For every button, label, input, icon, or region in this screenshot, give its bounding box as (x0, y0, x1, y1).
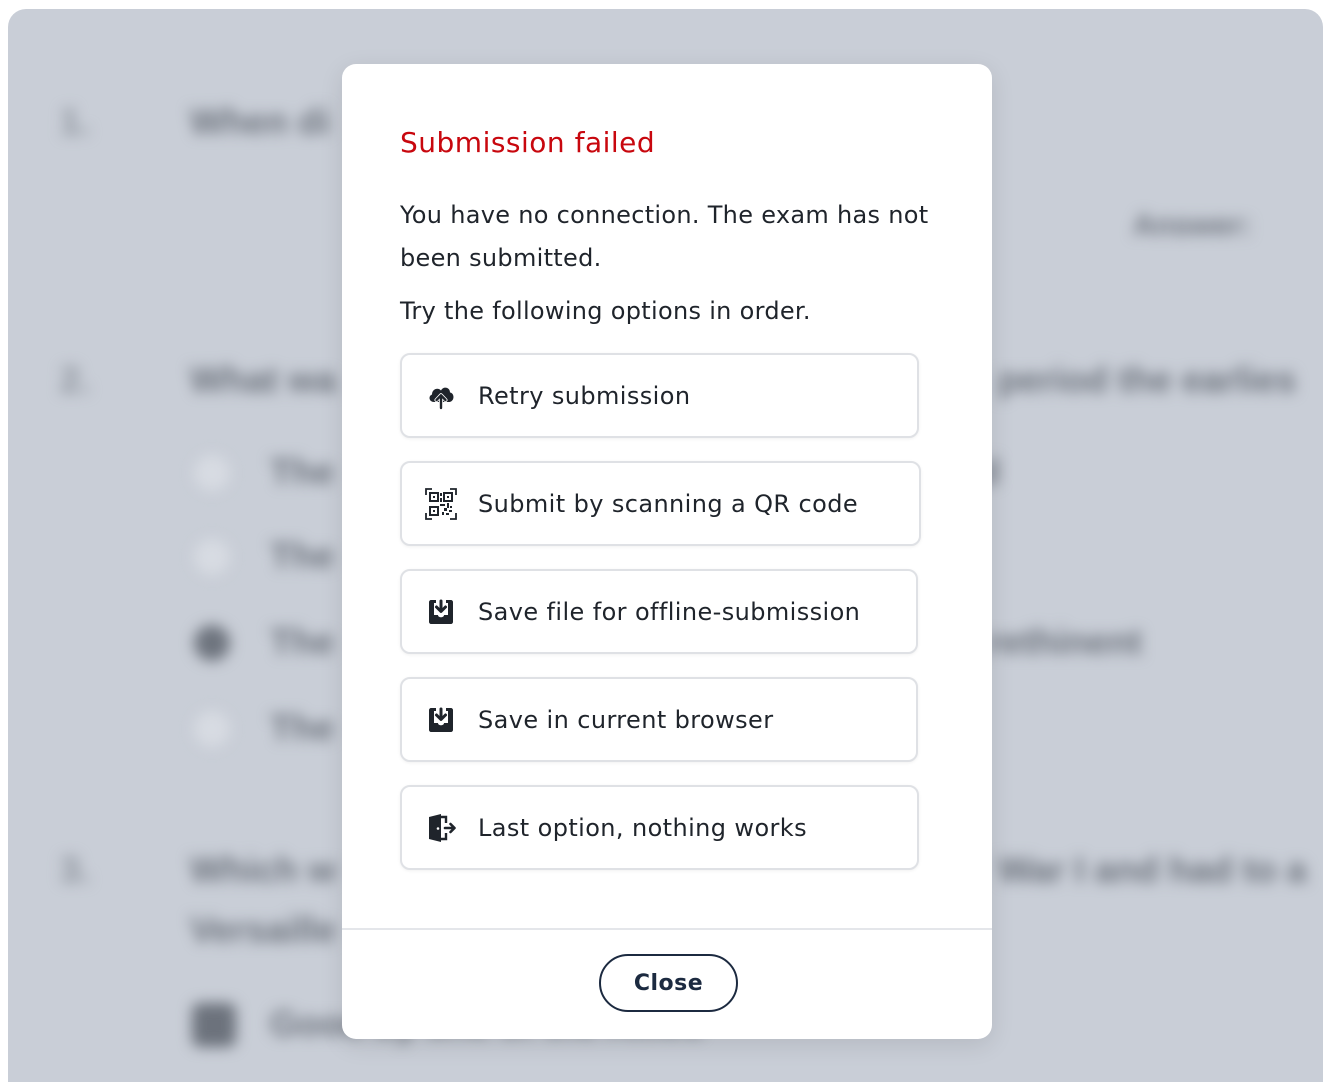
save-file-offline-label: Save file for offline-submission (478, 597, 861, 626)
question-1-text: When di (190, 101, 330, 142)
cloud-upload-icon (424, 379, 458, 413)
retry-submission-button[interactable]: Retry submission (400, 353, 919, 438)
option-radio (194, 539, 230, 575)
dialog-footer-divider (342, 928, 992, 930)
dialog-title: Submission failed (400, 126, 656, 159)
option-radio-selected (194, 625, 230, 661)
dialog-message: You have no connection. The exam has not… (400, 201, 929, 272)
submission-failed-dialog: Submission failed You have no connection… (342, 64, 992, 1039)
question-2-number: 2. (60, 359, 91, 400)
option-text: The (270, 535, 335, 576)
answer-label: Answer: (1133, 209, 1252, 242)
question-3-text-line2: Versaille (190, 909, 337, 950)
download-box-icon (424, 595, 458, 629)
retry-submission-label: Retry submission (478, 381, 691, 410)
question-3-text: Which w (190, 849, 336, 890)
option-radio (194, 455, 230, 491)
qr-code-icon (424, 487, 458, 521)
download-box-icon (424, 703, 458, 737)
last-option-label: Last option, nothing works (478, 813, 808, 842)
save-in-browser-button[interactable]: Save in current browser (400, 677, 918, 762)
option-text: The (270, 451, 335, 492)
question-3-number: 3. (60, 849, 91, 890)
question-3-text-right: War I and had to a (998, 849, 1307, 890)
checkbox-checked (192, 1003, 236, 1047)
question-1-number: 1. (60, 101, 91, 142)
scan-qr-code-button[interactable]: Submit by scanning a QR code (400, 461, 921, 546)
dialog-hint: Try the following options in order. (400, 297, 811, 325)
question-2-text: What wa (190, 359, 337, 400)
last-option-button[interactable]: Last option, nothing works (400, 785, 919, 870)
scan-qr-code-label: Submit by scanning a QR code (478, 489, 859, 518)
question-2-text-right: period the earlies (998, 359, 1297, 400)
option-radio (194, 711, 230, 747)
close-button[interactable]: Close (599, 954, 738, 1012)
save-in-browser-label: Save in current browser (478, 705, 774, 734)
option-text: The (270, 621, 335, 662)
option-text: The (270, 707, 335, 748)
option-text-right: rethinent (988, 621, 1143, 662)
save-file-offline-button[interactable]: Save file for offline-submission (400, 569, 918, 654)
exit-door-icon (424, 811, 458, 845)
